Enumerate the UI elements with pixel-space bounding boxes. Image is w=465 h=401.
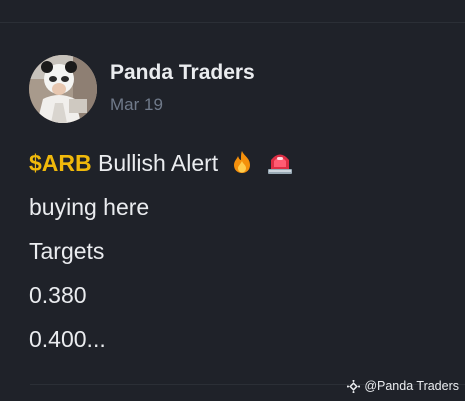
alert-text: Bullish Alert (98, 150, 219, 176)
author-avatar[interactable] (29, 55, 97, 123)
author-name[interactable]: Panda Traders (110, 60, 255, 86)
panda-avatar-image (29, 55, 97, 123)
watermark-text: @Panda Traders (364, 379, 459, 393)
post-line-1: $ARB Bullish Alert (29, 141, 449, 185)
post-date: Mar 19 (110, 95, 163, 114)
post-line-3: Targets (29, 238, 105, 264)
siren-icon (265, 145, 295, 189)
post-card: Panda Traders Mar 19 $ARB Bullish Alert (0, 0, 465, 401)
binance-logo-icon (347, 379, 361, 393)
ticker-link[interactable]: $ARB (29, 150, 92, 176)
fire-icon (229, 145, 255, 189)
post-line-2: buying here (29, 194, 150, 220)
watermark: @Panda Traders (347, 379, 459, 393)
post-line-4: 0.380 (29, 282, 87, 308)
divider (0, 22, 465, 23)
post-body: $ARB Bullish Alert buying here Targets 0… (29, 141, 449, 361)
post-line-5: 0.400... (29, 326, 106, 352)
